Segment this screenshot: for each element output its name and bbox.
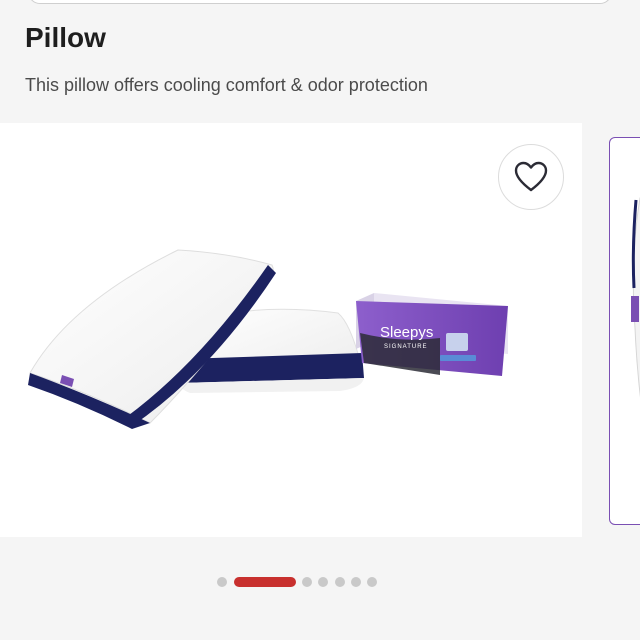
heart-icon	[514, 161, 548, 192]
pagination-dot-5[interactable]	[335, 577, 345, 587]
image-carousel[interactable]: Sleepys SIGNATURE	[0, 123, 640, 537]
carousel-pagination[interactable]	[0, 576, 640, 588]
favorite-button[interactable]	[498, 144, 564, 210]
carousel-slide-current[interactable]: Sleepys SIGNATURE	[0, 123, 582, 537]
product-title: Pillow	[25, 22, 106, 53]
next-slide-thumbnail	[631, 197, 640, 398]
product-subtitle: This pillow offers cooling comfort & odo…	[25, 75, 428, 95]
pagination-dot-4[interactable]	[318, 577, 328, 587]
search-field[interactable]	[28, 0, 612, 4]
box-line-text: SIGNATURE	[384, 344, 428, 350]
pagination-dot-2-active[interactable]	[234, 577, 296, 587]
product-detail-page: Pillow This pillow offers cooling comfor…	[0, 0, 640, 640]
product-image: Sleepys SIGNATURE	[28, 249, 508, 429]
pagination-dot-1[interactable]	[217, 577, 227, 587]
box-brand-text: Sleepys	[380, 324, 433, 341]
pagination-dot-3[interactable]	[302, 577, 312, 587]
pagination-dot-7[interactable]	[367, 577, 377, 587]
product-box: Sleepys SIGNATURE	[356, 293, 508, 376]
carousel-slide-next[interactable]	[609, 137, 640, 525]
pagination-dot-6[interactable]	[351, 577, 361, 587]
